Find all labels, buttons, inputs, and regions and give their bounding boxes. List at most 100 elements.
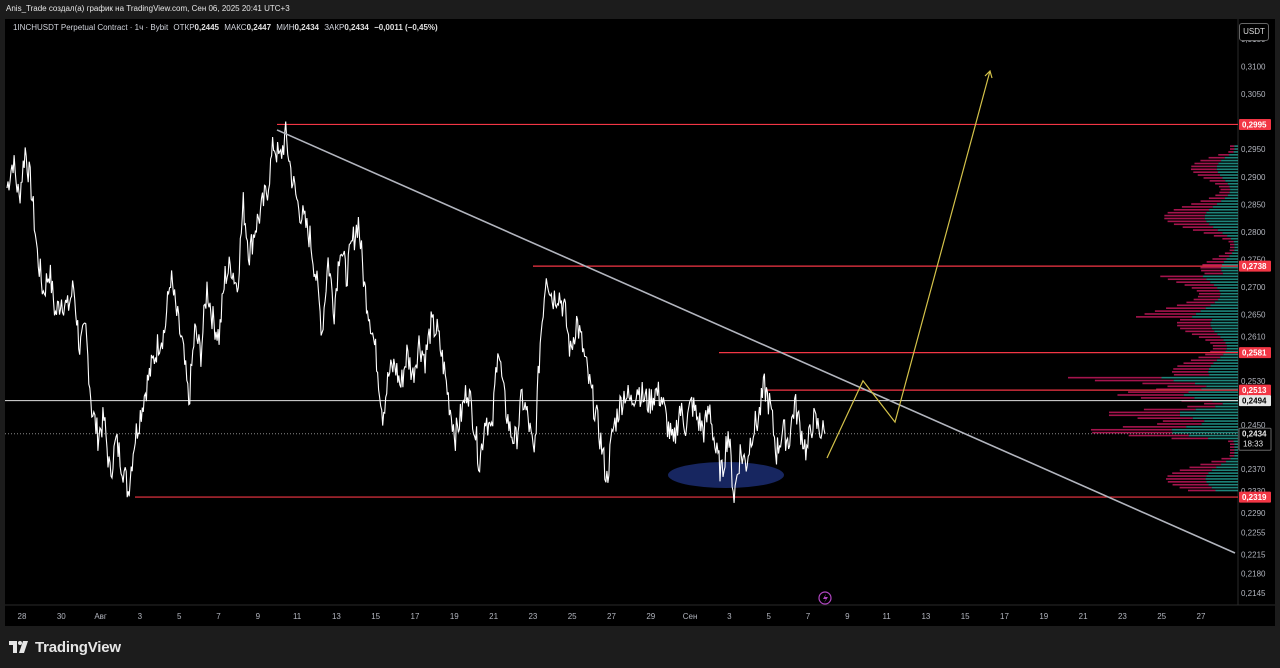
volume-bar-sell <box>1221 269 1238 272</box>
volume-bar-sell <box>1216 359 1238 362</box>
volume-bar-buy <box>1167 475 1207 477</box>
volume-bar-sell <box>1227 182 1238 185</box>
volume-bar-sell <box>1222 177 1238 179</box>
time-tick-label: 29 <box>646 612 655 621</box>
chart-canvas[interactable]: 0,31500,31000,30500,29500,29000,28500,28… <box>5 19 1275 626</box>
volume-bar-buy <box>1181 206 1213 208</box>
volume-bar-sell <box>1209 208 1238 211</box>
price-tick-label: 0,3050 <box>1241 90 1266 99</box>
volume-bar-buy <box>1136 316 1193 318</box>
volume-bar-buy <box>1180 327 1212 330</box>
time-tick-label: 17 <box>1000 612 1009 621</box>
volume-bar-sell <box>1209 373 1238 376</box>
volume-bar-buy <box>1166 307 1206 309</box>
volume-bar-buy <box>1128 391 1189 393</box>
volume-bar-sell <box>1213 226 1238 228</box>
volume-bar-buy <box>1205 339 1224 341</box>
time-tick-label: 5 <box>177 612 182 621</box>
volume-bar-sell <box>1217 287 1238 289</box>
volume-bar-buy <box>1200 463 1222 466</box>
tradingview-logo-text: TradingView <box>35 638 121 656</box>
volume-bar-buy <box>1160 275 1204 278</box>
volume-bar-buy <box>1208 197 1225 200</box>
volume-bar-sell <box>1216 466 1238 469</box>
level-price-tag: 0,2581 <box>1242 349 1267 358</box>
volume-bar-sell <box>1219 295 1238 298</box>
volume-bar-buy <box>1209 180 1226 182</box>
volume-bar-sell <box>1195 313 1238 315</box>
volume-bar-sell <box>1220 356 1238 359</box>
last-price-tag: 0,2494 <box>1242 397 1267 406</box>
volume-bar-buy <box>1215 182 1228 185</box>
volume-bar-buy <box>1229 454 1235 457</box>
symbol-legend: 1INCHUSDT Perpetual Contract · 1ч · Bybi… <box>13 23 441 32</box>
time-tick-label: 7 <box>216 612 221 621</box>
volume-bar-buy <box>1194 162 1219 165</box>
chart-caption: Anis_Trade создал(а) график на TradingVi… <box>0 0 1280 18</box>
volume-bar-sell <box>1229 185 1238 188</box>
volume-bar-buy <box>1167 278 1207 281</box>
volume-bar-sell <box>1205 478 1238 480</box>
volume-bar-buy <box>1230 446 1235 448</box>
volume-bar-buy <box>1142 382 1195 385</box>
volume-bar-sell <box>1216 203 1238 205</box>
volume-bar-sell <box>1222 272 1238 275</box>
volume-bar-sell <box>1217 333 1238 336</box>
volume-bar-buy <box>1164 214 1205 217</box>
volume-bar-buy <box>1068 376 1162 379</box>
volume-bar-sell <box>1209 223 1238 226</box>
volume-bar-buy <box>1122 426 1187 428</box>
volume-bar-buy <box>1191 165 1217 168</box>
volume-bar-sell <box>1232 252 1238 255</box>
price-tick-label: 0,2215 <box>1241 550 1266 559</box>
time-tick-label: 3 <box>138 612 143 621</box>
time-tick-label: 11 <box>293 612 302 621</box>
open-label: ОТКР <box>173 23 195 32</box>
volume-bar-buy <box>1176 281 1211 283</box>
footer: TradingView <box>0 626 1280 668</box>
volume-bar-buy <box>1202 263 1222 266</box>
volume-bar-sell <box>1208 472 1238 474</box>
volume-bar-buy <box>1164 217 1205 220</box>
volume-bar-sell <box>1220 336 1238 338</box>
volume-bar-buy <box>1177 321 1211 324</box>
current-price-tag-countdown: 18:33 <box>1243 440 1264 449</box>
price-tick-label: 0,2145 <box>1241 589 1266 598</box>
symbol-name[interactable]: 1INCHUSDT Perpetual Contract · 1ч · Bybi… <box>13 23 168 32</box>
volume-bar-buy <box>1210 342 1226 344</box>
time-tick-label: 30 <box>57 612 66 621</box>
volume-bar-buy <box>1173 373 1210 376</box>
volume-bar-buy <box>1200 200 1222 202</box>
volume-bar-sell <box>1215 405 1238 408</box>
volume-bar-sell <box>1210 324 1238 327</box>
volume-bar-sell <box>1213 284 1238 286</box>
volume-bar-buy <box>1222 237 1231 240</box>
volume-bar-sell <box>1223 353 1238 356</box>
volume-bar-buy <box>1190 168 1217 171</box>
volume-bar-sell <box>1206 475 1238 477</box>
volume-bar-buy <box>1177 365 1211 367</box>
volume-bar-buy <box>1184 284 1214 286</box>
volume-bar-buy <box>1230 145 1235 147</box>
volume-bar-buy <box>1183 362 1214 364</box>
volume-bar-sell <box>1230 188 1238 191</box>
volume-bar-sell <box>1229 255 1238 257</box>
volume-bar-buy <box>1090 428 1172 431</box>
volume-bar-buy <box>1128 434 1189 437</box>
volume-bar-sell <box>1234 249 1238 252</box>
volume-bar-buy <box>1166 478 1206 480</box>
price-tick-label: 0,2530 <box>1241 377 1266 386</box>
tradingview-logo[interactable]: TradingView <box>9 638 121 656</box>
volume-bar-buy <box>1188 489 1216 492</box>
volume-bar-buy <box>1218 185 1230 188</box>
time-tick-label: 28 <box>18 612 27 621</box>
volume-bar-buy <box>1221 457 1231 460</box>
currency-button[interactable]: USDT <box>1239 23 1269 41</box>
volume-bar-sell <box>1225 180 1238 182</box>
time-tick-label: 23 <box>528 612 537 621</box>
volume-bar-sell <box>1221 263 1238 266</box>
chart-area[interactable]: 0,31500,31000,30500,29500,29000,28500,28… <box>5 19 1275 626</box>
volume-bar-sell <box>1234 148 1238 150</box>
volume-bar-sell <box>1201 423 1238 425</box>
volume-bar-sell <box>1211 327 1238 330</box>
